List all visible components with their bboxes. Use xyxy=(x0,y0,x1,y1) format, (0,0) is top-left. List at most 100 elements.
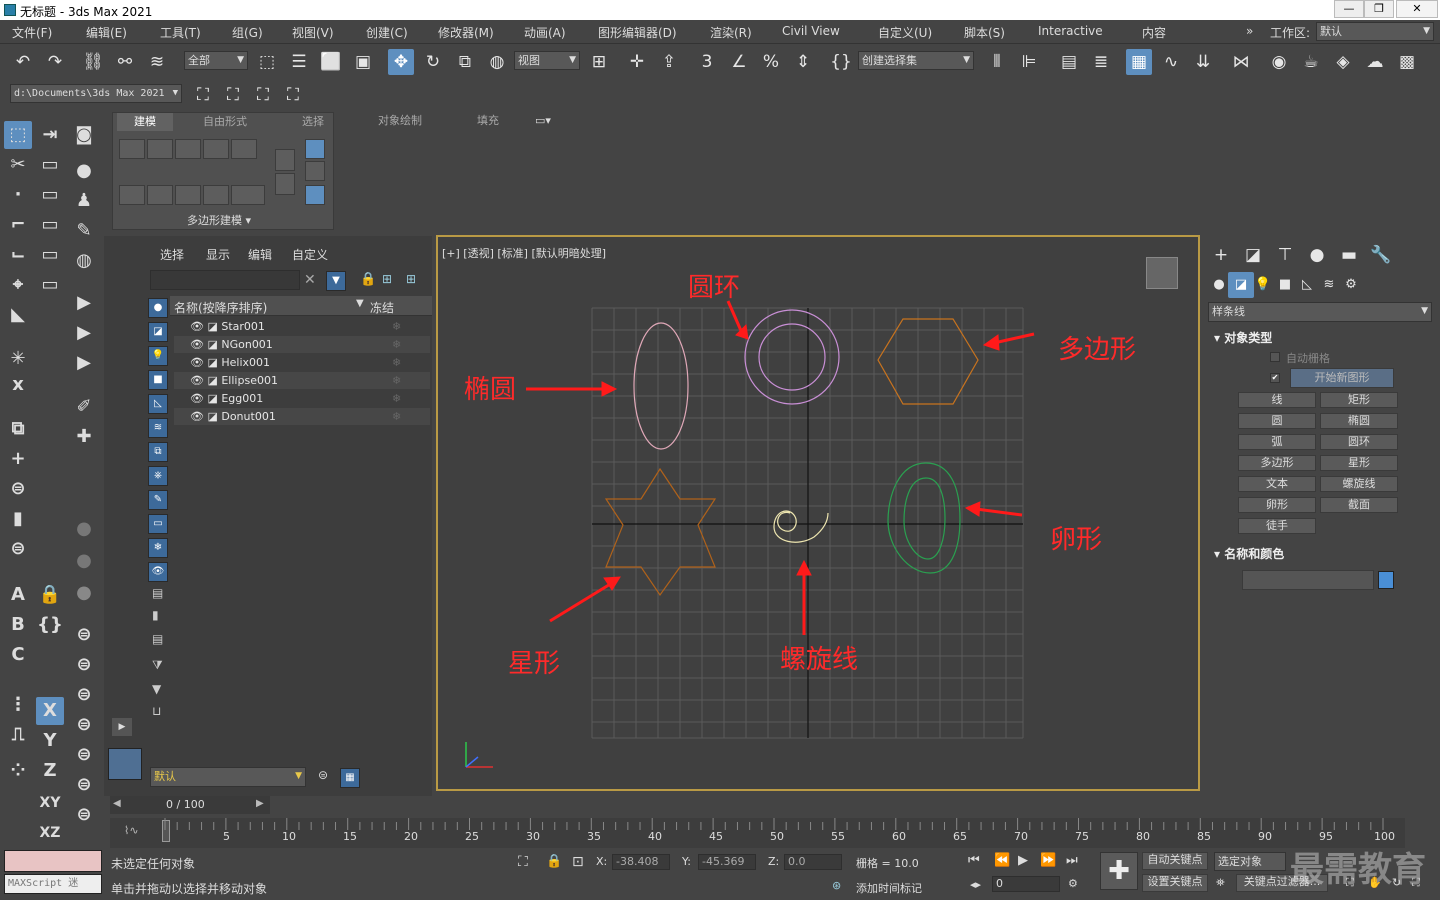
ribbon-tool-7[interactable] xyxy=(275,173,295,195)
key-filter-icon[interactable]: ⛯ xyxy=(1216,876,1225,890)
line-button[interactable]: 线 xyxy=(1238,392,1316,408)
object-type-header[interactable]: ▾ 对象类型 xyxy=(1214,329,1272,346)
pan-icon[interactable]: ✋ xyxy=(1368,876,1382,889)
lock-icon[interactable]: 🔒 xyxy=(36,581,64,609)
container4-icon[interactable]: ▭ xyxy=(36,241,64,269)
motion-tab-icon[interactable]: ● xyxy=(1304,242,1330,268)
xref-icon[interactable]: x xyxy=(4,371,32,399)
axis-x-icon[interactable]: X xyxy=(36,697,64,725)
key-selection-dropdown[interactable]: 选定对象 xyxy=(1214,852,1286,871)
section-button[interactable]: 截面 xyxy=(1320,497,1398,513)
filter-frozen-icon[interactable]: ❄ xyxy=(148,538,168,558)
stack4-icon[interactable]: ⊜ xyxy=(70,681,98,709)
snap-edge-icon[interactable]: ⌐ xyxy=(4,211,32,239)
axis-xy-icon[interactable]: XY xyxy=(36,789,64,817)
curve-editor-icon[interactable]: ∿ xyxy=(1158,49,1184,75)
selection-lock-icon[interactable]: 🔒 xyxy=(546,854,562,869)
container2-icon[interactable]: ▭ xyxy=(36,181,64,209)
ngon-button[interactable]: 多边形 xyxy=(1238,455,1316,471)
menu-customize[interactable]: 自定义(U) xyxy=(878,24,932,41)
brush-icon[interactable]: ✐ xyxy=(70,393,98,421)
select-move-icon[interactable]: ✥ xyxy=(388,49,414,75)
next-frame-icon[interactable]: ▶ xyxy=(256,798,264,809)
start-new-shape-button[interactable]: 开始新图形 xyxy=(1290,368,1394,388)
expand-panel-icon[interactable]: ▶ xyxy=(112,718,132,736)
object-color-swatch[interactable] xyxy=(1378,571,1394,589)
menu-view[interactable]: 视图(V) xyxy=(292,24,334,41)
rect-selection-icon[interactable]: ⬜ xyxy=(318,49,344,75)
filter-bones-icon[interactable]: ✎ xyxy=(148,490,168,510)
tab-selection[interactable]: 选择 xyxy=(293,113,333,131)
hierarchy-tab-icon[interactable]: ⊤ xyxy=(1272,242,1298,268)
layer-color-swatch[interactable] xyxy=(108,748,142,780)
track-bar[interactable]: ⌇∿ 5 10 15 20 25 30 35 40 45 50 55 60 65… xyxy=(110,818,1405,848)
ref-coord-dropdown[interactable]: 视图 ▼ xyxy=(514,51,580,70)
ribbon-tool-12[interactable] xyxy=(147,185,173,205)
select-place-icon[interactable]: ◍ xyxy=(484,49,510,75)
window-crossing-icon[interactable]: ▣ xyxy=(350,49,376,75)
y-coord-field[interactable]: -45.369 xyxy=(698,854,756,870)
menu-edit[interactable]: 编辑(E) xyxy=(86,24,127,41)
layers-icon[interactable]: ⧉ xyxy=(4,415,32,443)
list-item[interactable]: 👁 ◪ Egg001 ❄ xyxy=(174,390,430,407)
z-coord-field[interactable]: 0.0 xyxy=(784,854,842,870)
render-online-icon[interactable]: ▩ xyxy=(1394,49,1420,75)
stack2-icon[interactable]: ⊜ xyxy=(70,621,98,649)
isolate-icon[interactable]: ⛶ xyxy=(518,854,528,870)
freeze-toggle-icon[interactable]: ❄ xyxy=(392,354,401,371)
autokey-button[interactable]: 自动关键点 xyxy=(1142,852,1208,870)
filter-option1-icon[interactable]: ▤ xyxy=(152,586,163,600)
globe-icon[interactable]: ◍ xyxy=(70,247,98,275)
setkey-button[interactable]: 设置关键点 xyxy=(1142,874,1208,892)
layer-stack-icon[interactable]: ⊜ xyxy=(318,768,328,782)
menu-modifiers[interactable]: 修改器(M) xyxy=(438,24,494,41)
stack3-icon[interactable]: ⊜ xyxy=(70,651,98,679)
prev-frame-icon[interactable]: ◀ xyxy=(113,798,121,809)
layer-explorer-icon[interactable]: ≣ xyxy=(1088,49,1114,75)
add-time-tag[interactable]: 添加时间标记 xyxy=(856,880,922,896)
hierarchy-icon[interactable]: ⊞ xyxy=(382,272,392,286)
filter-option5-icon[interactable]: ▼ xyxy=(152,682,161,696)
filter-option6-icon[interactable]: ⊔ xyxy=(152,704,161,718)
object-name-input[interactable] xyxy=(1242,570,1374,590)
anim-layer-b-icon[interactable]: B xyxy=(4,611,32,639)
maxscript-input[interactable]: MAXScript 迷 xyxy=(4,874,102,894)
filter-option2-icon[interactable]: ▮ xyxy=(152,608,159,622)
menu-content[interactable]: 内容 xyxy=(1142,24,1166,41)
curve-editor-mini-icon[interactable]: ⌇∿ xyxy=(124,824,139,837)
search-input[interactable] xyxy=(150,270,300,290)
maximize-viewport-icon[interactable]: ⛶ xyxy=(1412,876,1420,890)
ribbon-tool-5[interactable] xyxy=(231,139,257,159)
render-setup-icon[interactable]: ☕ xyxy=(1298,49,1324,75)
current-frame-field[interactable]: 0 xyxy=(992,876,1060,892)
import-icon[interactable]: ⇥ xyxy=(36,121,64,149)
donut-button[interactable]: 圆环 xyxy=(1320,434,1398,450)
list-item[interactable]: 👁 ◪ Helix001 ❄ xyxy=(174,354,430,371)
filter-lights-icon[interactable]: 💡 xyxy=(148,346,168,366)
col-name[interactable]: 名称(按降序排序) xyxy=(174,299,267,316)
select-rotate-icon[interactable]: ↻ xyxy=(420,49,446,75)
more-icon[interactable]: » xyxy=(1246,24,1253,38)
goto-start-icon[interactable]: ⏮ xyxy=(968,853,980,868)
list-item[interactable]: 👁 ◪ Star001 ❄ xyxy=(174,318,430,335)
menu-rendering[interactable]: 渲染(R) xyxy=(710,24,752,41)
ribbon-tool-9[interactable] xyxy=(305,161,325,181)
select-by-name-icon[interactable]: ☰ xyxy=(286,49,312,75)
category-dropdown[interactable]: 样条线 ▼ xyxy=(1208,302,1432,322)
project-create-icon[interactable]: ⛶ xyxy=(250,82,276,108)
ribbon-tool-4[interactable] xyxy=(203,139,229,159)
menu-interactive[interactable]: Interactive xyxy=(1038,24,1103,38)
ribbon-group-label[interactable]: 多边形建模 ▾ xyxy=(187,212,251,228)
anim-layer-a-icon[interactable]: A xyxy=(4,581,32,609)
tab-edit[interactable]: 编辑 xyxy=(248,246,272,263)
project-open-icon[interactable]: ⛶ xyxy=(220,82,246,108)
circle-grey2-icon[interactable]: ● xyxy=(70,547,98,575)
dots-circle-icon[interactable]: ⁘ xyxy=(4,757,32,785)
tab-modeling[interactable]: 建模 xyxy=(117,113,173,131)
menu-tools[interactable]: 工具(T) xyxy=(160,24,201,41)
shape2-icon[interactable]: ♟ xyxy=(70,187,98,215)
stack-icon[interactable]: ⊜ xyxy=(4,475,32,503)
selection-filter-dropdown[interactable]: 全部 ▼ xyxy=(184,51,248,70)
key-mode-icon[interactable]: ◂▸ xyxy=(970,878,981,891)
ribbon-tool-3[interactable] xyxy=(175,139,201,159)
